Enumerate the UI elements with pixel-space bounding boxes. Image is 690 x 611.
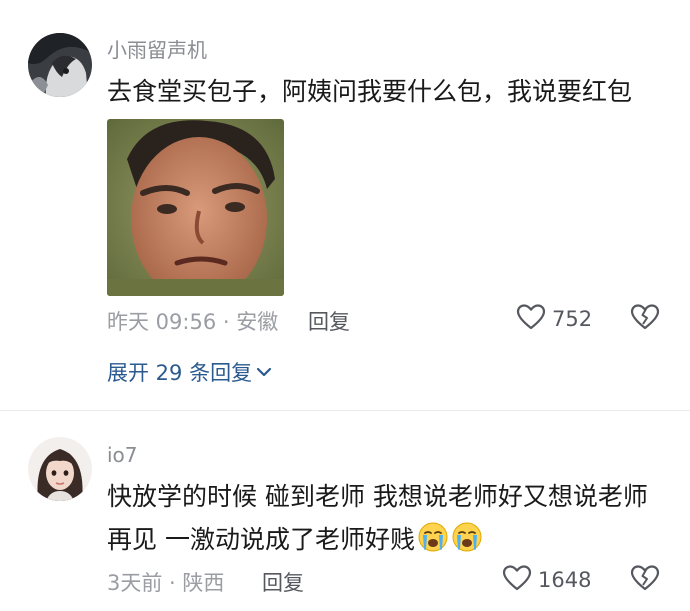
comment-text-body: 快放学的时候 碰到老师 我想说老师好又想说老师再见 一激动说成了老师好贱 <box>107 482 648 554</box>
like-button[interactable]: 752 <box>516 303 592 335</box>
crying-face-emoji-icon <box>451 521 483 553</box>
heart-outline-icon <box>502 564 532 596</box>
expand-replies-link[interactable]: 展开 29 条回复 <box>107 357 272 387</box>
broken-heart-icon <box>630 565 660 591</box>
heart-outline-icon <box>516 303 546 335</box>
comment-image[interactable] <box>107 119 284 296</box>
crying-face-emoji-icon <box>417 521 449 553</box>
like-count: 1648 <box>538 568 592 592</box>
chevron-down-icon <box>256 366 272 378</box>
broken-heart-icon <box>630 304 660 330</box>
like-count: 752 <box>552 307 593 331</box>
comment-text: 去食堂买包子，阿姨问我要什么包，我说要红包 <box>107 77 633 106</box>
expand-replies-label: 展开 29 条回复 <box>107 361 253 385</box>
dislike-button[interactable] <box>630 303 660 335</box>
avatar[interactable] <box>28 437 92 501</box>
comment-time-location: 昨天 09:56 · 安徽 <box>107 310 279 334</box>
dislike-button[interactable] <box>630 564 660 596</box>
username[interactable]: io7 <box>107 443 138 467</box>
comment-item: 小雨留声机 去食堂买包子，阿姨问我要什么包，我说要红包 昨天 09:56 · 安… <box>0 0 690 410</box>
comment-text: 快放学的时候 碰到老师 我想说老师好又想说老师再见 一激动说成了老师好贱 <box>107 475 667 561</box>
comment-item: io7 快放学的时候 碰到老师 我想说老师好又想说老师再见 一激动说成了老师好贱… <box>0 411 690 611</box>
comment-time-location: 3天前 · 陕西 <box>107 571 225 595</box>
like-button[interactable]: 1648 <box>502 564 591 596</box>
reply-button[interactable]: 回复 <box>262 567 304 597</box>
username[interactable]: 小雨留声机 <box>107 34 207 63</box>
reply-button[interactable]: 回复 <box>308 306 350 336</box>
avatar[interactable] <box>28 33 92 97</box>
